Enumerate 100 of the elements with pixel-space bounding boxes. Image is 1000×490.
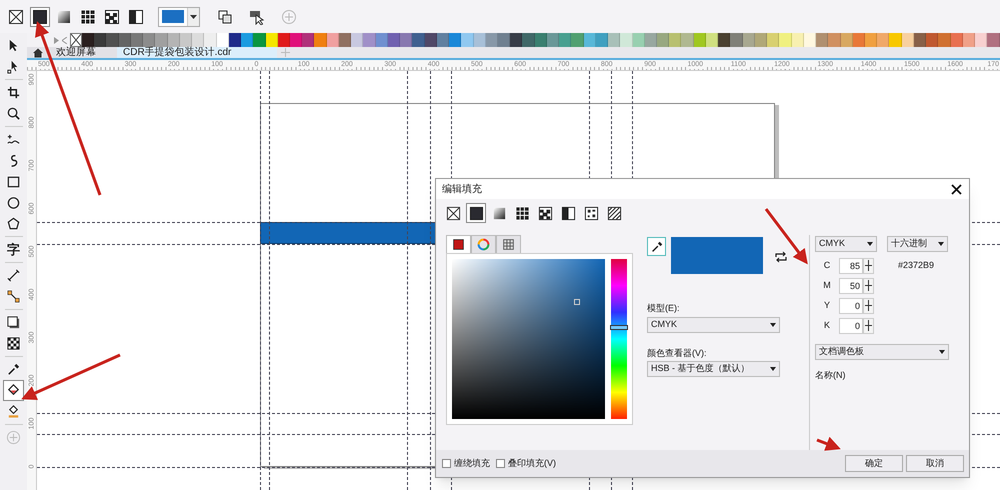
scroll-left-icon[interactable] <box>62 36 67 44</box>
palette-swatch[interactable] <box>168 33 180 47</box>
value-field[interactable]: 0 <box>839 318 863 334</box>
palette-swatch[interactable] <box>877 33 890 47</box>
palette-swatch[interactable] <box>852 33 865 47</box>
palette-swatch[interactable] <box>388 33 400 47</box>
palette-swatch[interactable] <box>486 33 498 47</box>
palette-swatch[interactable] <box>804 33 816 47</box>
tool-button[interactable] <box>3 380 24 401</box>
spin-button[interactable] <box>863 258 874 274</box>
model-dropdown[interactable]: CMYK <box>647 316 780 332</box>
palette-swatch[interactable] <box>498 33 510 47</box>
palette-swatch[interactable] <box>449 33 462 47</box>
value-field[interactable]: 50 <box>839 278 863 294</box>
checkbox[interactable]: 缠绕填充 <box>442 456 490 470</box>
palette-swatch[interactable] <box>326 33 339 47</box>
palette-swatch[interactable] <box>192 33 204 47</box>
color-field[interactable] <box>452 259 606 419</box>
palette-swatch[interactable] <box>376 33 388 47</box>
fill-type-button[interactable] <box>30 6 50 26</box>
palette-swatch[interactable] <box>106 33 119 47</box>
palette-swatch[interactable] <box>681 33 694 47</box>
palette-swatch[interactable] <box>559 33 572 47</box>
palette-swatch[interactable] <box>632 33 645 47</box>
palette-swatch[interactable] <box>706 33 718 47</box>
palette-swatch[interactable] <box>94 33 106 47</box>
document-tab[interactable]: 欢迎屏幕 <box>27 47 117 58</box>
palette-swatch[interactable] <box>424 33 437 47</box>
palette-swatch[interactable] <box>644 33 658 47</box>
palette-swatch[interactable] <box>266 33 278 47</box>
palette-swatch[interactable] <box>596 33 608 47</box>
palette-swatch[interactable] <box>546 33 560 47</box>
palette-swatch[interactable] <box>302 33 314 47</box>
palette-swatch[interactable] <box>204 33 217 47</box>
palette-swatch[interactable] <box>962 33 976 47</box>
slider-thumb[interactable] <box>610 324 628 330</box>
palette-swatch[interactable] <box>767 33 780 47</box>
palette-swatch[interactable] <box>228 33 242 47</box>
format-dropdown[interactable]: 十六进制 <box>887 236 948 252</box>
no-color-swatch[interactable] <box>70 33 82 47</box>
hue-slider[interactable] <box>611 259 627 419</box>
palette-swatch[interactable] <box>730 33 743 47</box>
palette-swatch[interactable] <box>510 33 522 47</box>
palette-swatch[interactable] <box>155 33 168 47</box>
palette-swatch[interactable] <box>363 33 376 47</box>
color-mode-dropdown[interactable]: CMYK <box>815 236 877 252</box>
palette-swatch[interactable] <box>975 33 988 47</box>
cancel-button[interactable]: 取消 <box>906 455 964 472</box>
palette-swatch[interactable] <box>130 33 144 47</box>
palette-swatch[interactable] <box>669 33 682 47</box>
palette-swatch[interactable] <box>253 33 266 47</box>
palette-swatch[interactable] <box>828 33 841 47</box>
palette-swatch[interactable] <box>290 33 302 47</box>
palette-swatch[interactable] <box>522 33 535 47</box>
palette-swatch[interactable] <box>474 33 486 47</box>
palette-swatch[interactable] <box>754 33 768 47</box>
palette-swatch[interactable] <box>938 33 951 47</box>
palette-swatch[interactable] <box>865 33 878 47</box>
tool-button[interactable]: 字 <box>3 239 24 260</box>
palette-swatch[interactable] <box>718 33 730 47</box>
palette-swatch[interactable] <box>620 33 633 47</box>
palette-swatch[interactable] <box>914 33 926 47</box>
palette-swatch[interactable] <box>461 33 474 47</box>
palette-swatch[interactable] <box>816 33 828 47</box>
swap-button[interactable] <box>774 250 788 264</box>
palette-swatch[interactable] <box>987 33 1000 47</box>
checkbox[interactable]: 叠印填充(V) <box>496 456 556 470</box>
palette-swatch[interactable] <box>584 33 596 47</box>
palette-swatch[interactable] <box>436 33 450 47</box>
spin-button[interactable] <box>863 278 874 294</box>
palette-swatch[interactable] <box>338 33 352 47</box>
fill-type-button[interactable] <box>466 203 486 223</box>
palette-swatch[interactable] <box>412 33 425 47</box>
palette-swatch[interactable] <box>742 33 755 47</box>
picker-handle[interactable] <box>574 299 580 305</box>
value-field[interactable]: 85 <box>839 258 863 274</box>
palette-swatch[interactable] <box>950 33 963 47</box>
palette-swatch[interactable] <box>82 33 94 47</box>
palette-swatch[interactable] <box>534 33 547 47</box>
palette-swatch[interactable] <box>779 33 792 47</box>
scroll-right-icon[interactable] <box>54 36 59 44</box>
palette-swatch[interactable] <box>657 33 670 47</box>
palette-swatch[interactable] <box>118 33 131 47</box>
close-button[interactable] <box>949 182 963 196</box>
spin-button[interactable] <box>863 318 874 334</box>
color-model-tab[interactable] <box>471 235 496 253</box>
viewer-dropdown[interactable]: HSB - 基于色度（默认） <box>647 361 780 377</box>
ok-button[interactable]: 确定 <box>845 455 903 472</box>
palette-swatch[interactable] <box>840 33 853 47</box>
palette-swatch[interactable] <box>180 33 192 47</box>
palette-swatch[interactable] <box>889 33 902 47</box>
palette-swatch[interactable] <box>571 33 584 47</box>
palette-swatch[interactable] <box>926 33 938 47</box>
palette-swatch[interactable] <box>902 33 914 47</box>
palette-swatch[interactable] <box>216 33 229 47</box>
eyedropper-button[interactable] <box>647 237 666 256</box>
value-field[interactable]: 0 <box>839 298 863 314</box>
palette-swatch[interactable] <box>314 33 327 47</box>
palette-dropdown[interactable]: 文档调色板 <box>815 344 949 360</box>
color-model-tab[interactable] <box>496 235 521 253</box>
